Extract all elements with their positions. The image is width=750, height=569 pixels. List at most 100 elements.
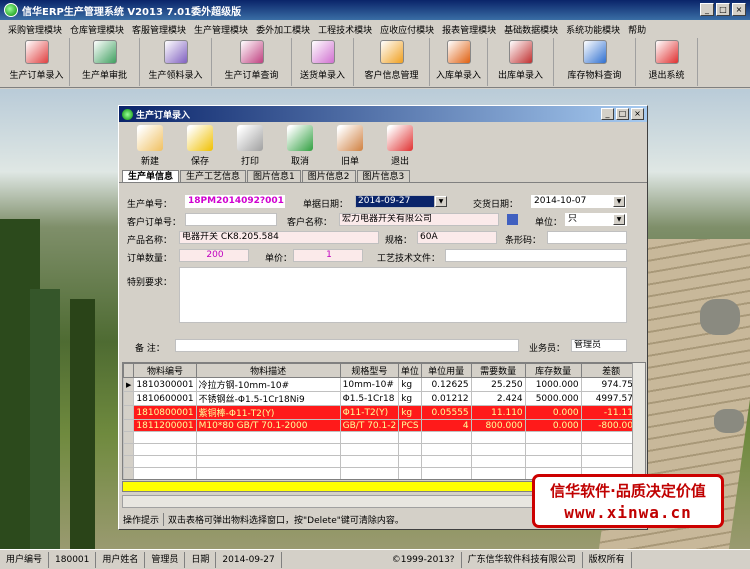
issue-material-icon: [163, 40, 188, 64]
delivery-date-dropdown-icon[interactable]: ▼: [613, 196, 625, 207]
special-req-textarea[interactable]: [179, 267, 627, 323]
col-header-stock[interactable]: 库存数量: [524, 363, 582, 378]
doc-date-field[interactable]: 2014-09-27: [355, 195, 435, 208]
remark-field[interactable]: [175, 339, 519, 352]
maximize-button[interactable]: □: [716, 3, 730, 16]
menu-production[interactable]: 生产管理模块: [190, 23, 252, 36]
salesperson-field[interactable]: 管理员: [571, 339, 627, 352]
cell-code[interactable]: 1810600001: [133, 391, 197, 406]
menu-receivables[interactable]: 应收应付模块: [376, 23, 438, 36]
cell-code[interactable]: 1810800001: [133, 405, 197, 420]
table-row[interactable]: 1810600001 不锈钢丝-Φ1.5-1Cr18Ni9 Φ1.5-1Cr18 kg…: [123, 391, 642, 406]
cell-spec[interactable]: 10mm-10#: [339, 377, 400, 392]
toolbar-button-7[interactable]: 出库单录入: [488, 38, 554, 86]
col-header-need[interactable]: 需要数量: [470, 363, 526, 378]
toolbar-button-8[interactable]: 库存物料查询: [554, 38, 636, 86]
menu-help[interactable]: 帮助: [624, 23, 650, 36]
menu-base-data[interactable]: 基础数据模块: [500, 23, 562, 36]
menu-warehouse[interactable]: 仓库管理模块: [66, 23, 128, 36]
cell-unit[interactable]: PCS: [398, 419, 422, 432]
cell-stock[interactable]: 5000.000: [524, 391, 582, 406]
table-row[interactable]: ▶ 1810300001 冷拉方钢-10mm-10# 10mm-10# kg 0.1262…: [123, 377, 642, 392]
tab-picture-1[interactable]: 图片信息1: [247, 170, 301, 182]
unit-price-field[interactable]: 1: [293, 249, 363, 262]
cell-spec[interactable]: Φ11-T2(Y): [339, 405, 400, 420]
cell-spec[interactable]: Φ1.5-1Cr18: [339, 391, 400, 406]
child-toolbar-button-5[interactable]: 退出: [375, 125, 425, 170]
child-close-button[interactable]: ×: [631, 108, 644, 120]
cell-stock[interactable]: 1000.000: [524, 377, 582, 392]
cell-usage[interactable]: 0.05555: [420, 405, 472, 420]
menu-system[interactable]: 系统功能模块: [562, 23, 624, 36]
delivery-date-field[interactable]: 2014-10-07: [531, 195, 626, 208]
process-file-field[interactable]: [445, 249, 627, 262]
cell-desc[interactable]: M10*80 GB/T 70.1-2000: [195, 419, 341, 432]
cell-desc[interactable]: 紫铜棒-Φ11-T2(Y): [195, 405, 341, 420]
grid-vertical-scrollbar[interactable]: [632, 363, 645, 479]
cell-usage[interactable]: 0.12625: [420, 377, 472, 392]
cell-stock[interactable]: 0.000: [524, 419, 582, 432]
pdf-icon: [24, 40, 49, 64]
toolbar-button-6[interactable]: 入库单录入: [430, 38, 488, 86]
minimize-button[interactable]: _: [700, 3, 714, 16]
col-header-usage[interactable]: 单位用量: [420, 363, 472, 378]
table-row[interactable]: 1810800001 紫铜棒-Φ11-T2(Y) Φ11-T2(Y) kg 0.0555…: [123, 405, 642, 420]
child-toolbar-button-2[interactable]: 打印: [225, 125, 275, 170]
child-minimize-button[interactable]: _: [601, 108, 614, 120]
cell-spec[interactable]: GB/T 70.1-2: [339, 419, 400, 432]
doc-date-dropdown-icon[interactable]: ▼: [435, 196, 447, 207]
cell-desc[interactable]: 冷拉方钢-10mm-10#: [195, 377, 341, 392]
cell-desc[interactable]: 不锈钢丝-Φ1.5-1Cr18Ni9: [195, 391, 341, 406]
menu-customer-service[interactable]: 客服管理模块: [128, 23, 190, 36]
cell-unit[interactable]: kg: [398, 377, 422, 392]
tab-process-info[interactable]: 生产工艺信息: [180, 170, 247, 182]
customer-name-field[interactable]: 宏力电器开关有限公司: [339, 213, 499, 226]
close-button[interactable]: ×: [732, 3, 746, 16]
col-header-unit[interactable]: 单位: [398, 363, 422, 378]
child-toolbar-button-4[interactable]: 旧单: [325, 125, 375, 170]
child-toolbar-button-3[interactable]: 取消: [275, 125, 325, 170]
cell-need[interactable]: 11.110: [470, 405, 526, 420]
col-header-spec[interactable]: 规格型号: [339, 363, 400, 378]
cell-need[interactable]: 800.000: [470, 419, 526, 432]
customer-lookup-icon[interactable]: [507, 214, 518, 225]
cell-code[interactable]: 1810300001: [133, 377, 197, 392]
toolbar-button-2[interactable]: 生产领料录入: [140, 38, 212, 86]
toolbar-button-1[interactable]: 生产单审批: [70, 38, 140, 86]
cell-need[interactable]: 2.424: [470, 391, 526, 406]
tab-picture-3[interactable]: 图片信息3: [356, 170, 411, 182]
product-name-field[interactable]: 电器开关 CK8.205.584: [179, 231, 379, 244]
menu-outsourcing[interactable]: 委外加工模块: [252, 23, 314, 36]
col-header-code[interactable]: 物料编号: [133, 363, 197, 378]
toolbar-button-5[interactable]: 客户信息管理: [354, 38, 430, 86]
order-no-field[interactable]: 18PM2014092?001: [185, 195, 285, 208]
customer-order-field[interactable]: [185, 213, 277, 226]
child-maximize-button[interactable]: □: [616, 108, 629, 120]
child-toolbar-button-1[interactable]: 保存: [175, 125, 225, 170]
col-header-desc[interactable]: 物料描述: [195, 363, 341, 378]
cell-unit[interactable]: kg: [398, 405, 422, 420]
order-qty-field[interactable]: 200: [179, 249, 249, 262]
cell-usage[interactable]: 4: [420, 419, 472, 432]
menu-reports[interactable]: 报表管理模块: [438, 23, 500, 36]
tab-picture-2[interactable]: 图片信息2: [301, 170, 356, 182]
menu-engineering[interactable]: 工程技术模块: [314, 23, 376, 36]
tab-order-info[interactable]: 生产单信息: [122, 170, 180, 182]
cell-usage[interactable]: 0.01212: [420, 391, 472, 406]
toolbar-button-3[interactable]: 生产订单查询: [212, 38, 292, 86]
cell-code[interactable]: 1811200001: [133, 419, 197, 432]
child-toolbar-button-0[interactable]: 新建: [125, 125, 175, 170]
toolbar-button-4[interactable]: 送货单录入: [292, 38, 354, 86]
menu-purchase[interactable]: 采购管理模块: [4, 23, 66, 36]
toolbar-button-0[interactable]: 生产订单录入: [4, 38, 70, 86]
stock-out-icon: [508, 40, 533, 64]
toolbar-button-9[interactable]: 退出系统: [636, 38, 698, 86]
cell-need[interactable]: 25.250: [470, 377, 526, 392]
toolbar-button-label: 生产订单查询: [224, 71, 279, 81]
spec-field[interactable]: 60A: [417, 231, 497, 244]
barcode-field[interactable]: [547, 231, 627, 244]
unit-dropdown-icon[interactable]: ▼: [613, 214, 625, 225]
table-row[interactable]: 1811200001 M10*80 GB/T 70.1-2000 GB/T 70.1…: [123, 419, 642, 432]
cell-stock[interactable]: 0.000: [524, 405, 582, 420]
cell-unit[interactable]: kg: [398, 391, 422, 406]
